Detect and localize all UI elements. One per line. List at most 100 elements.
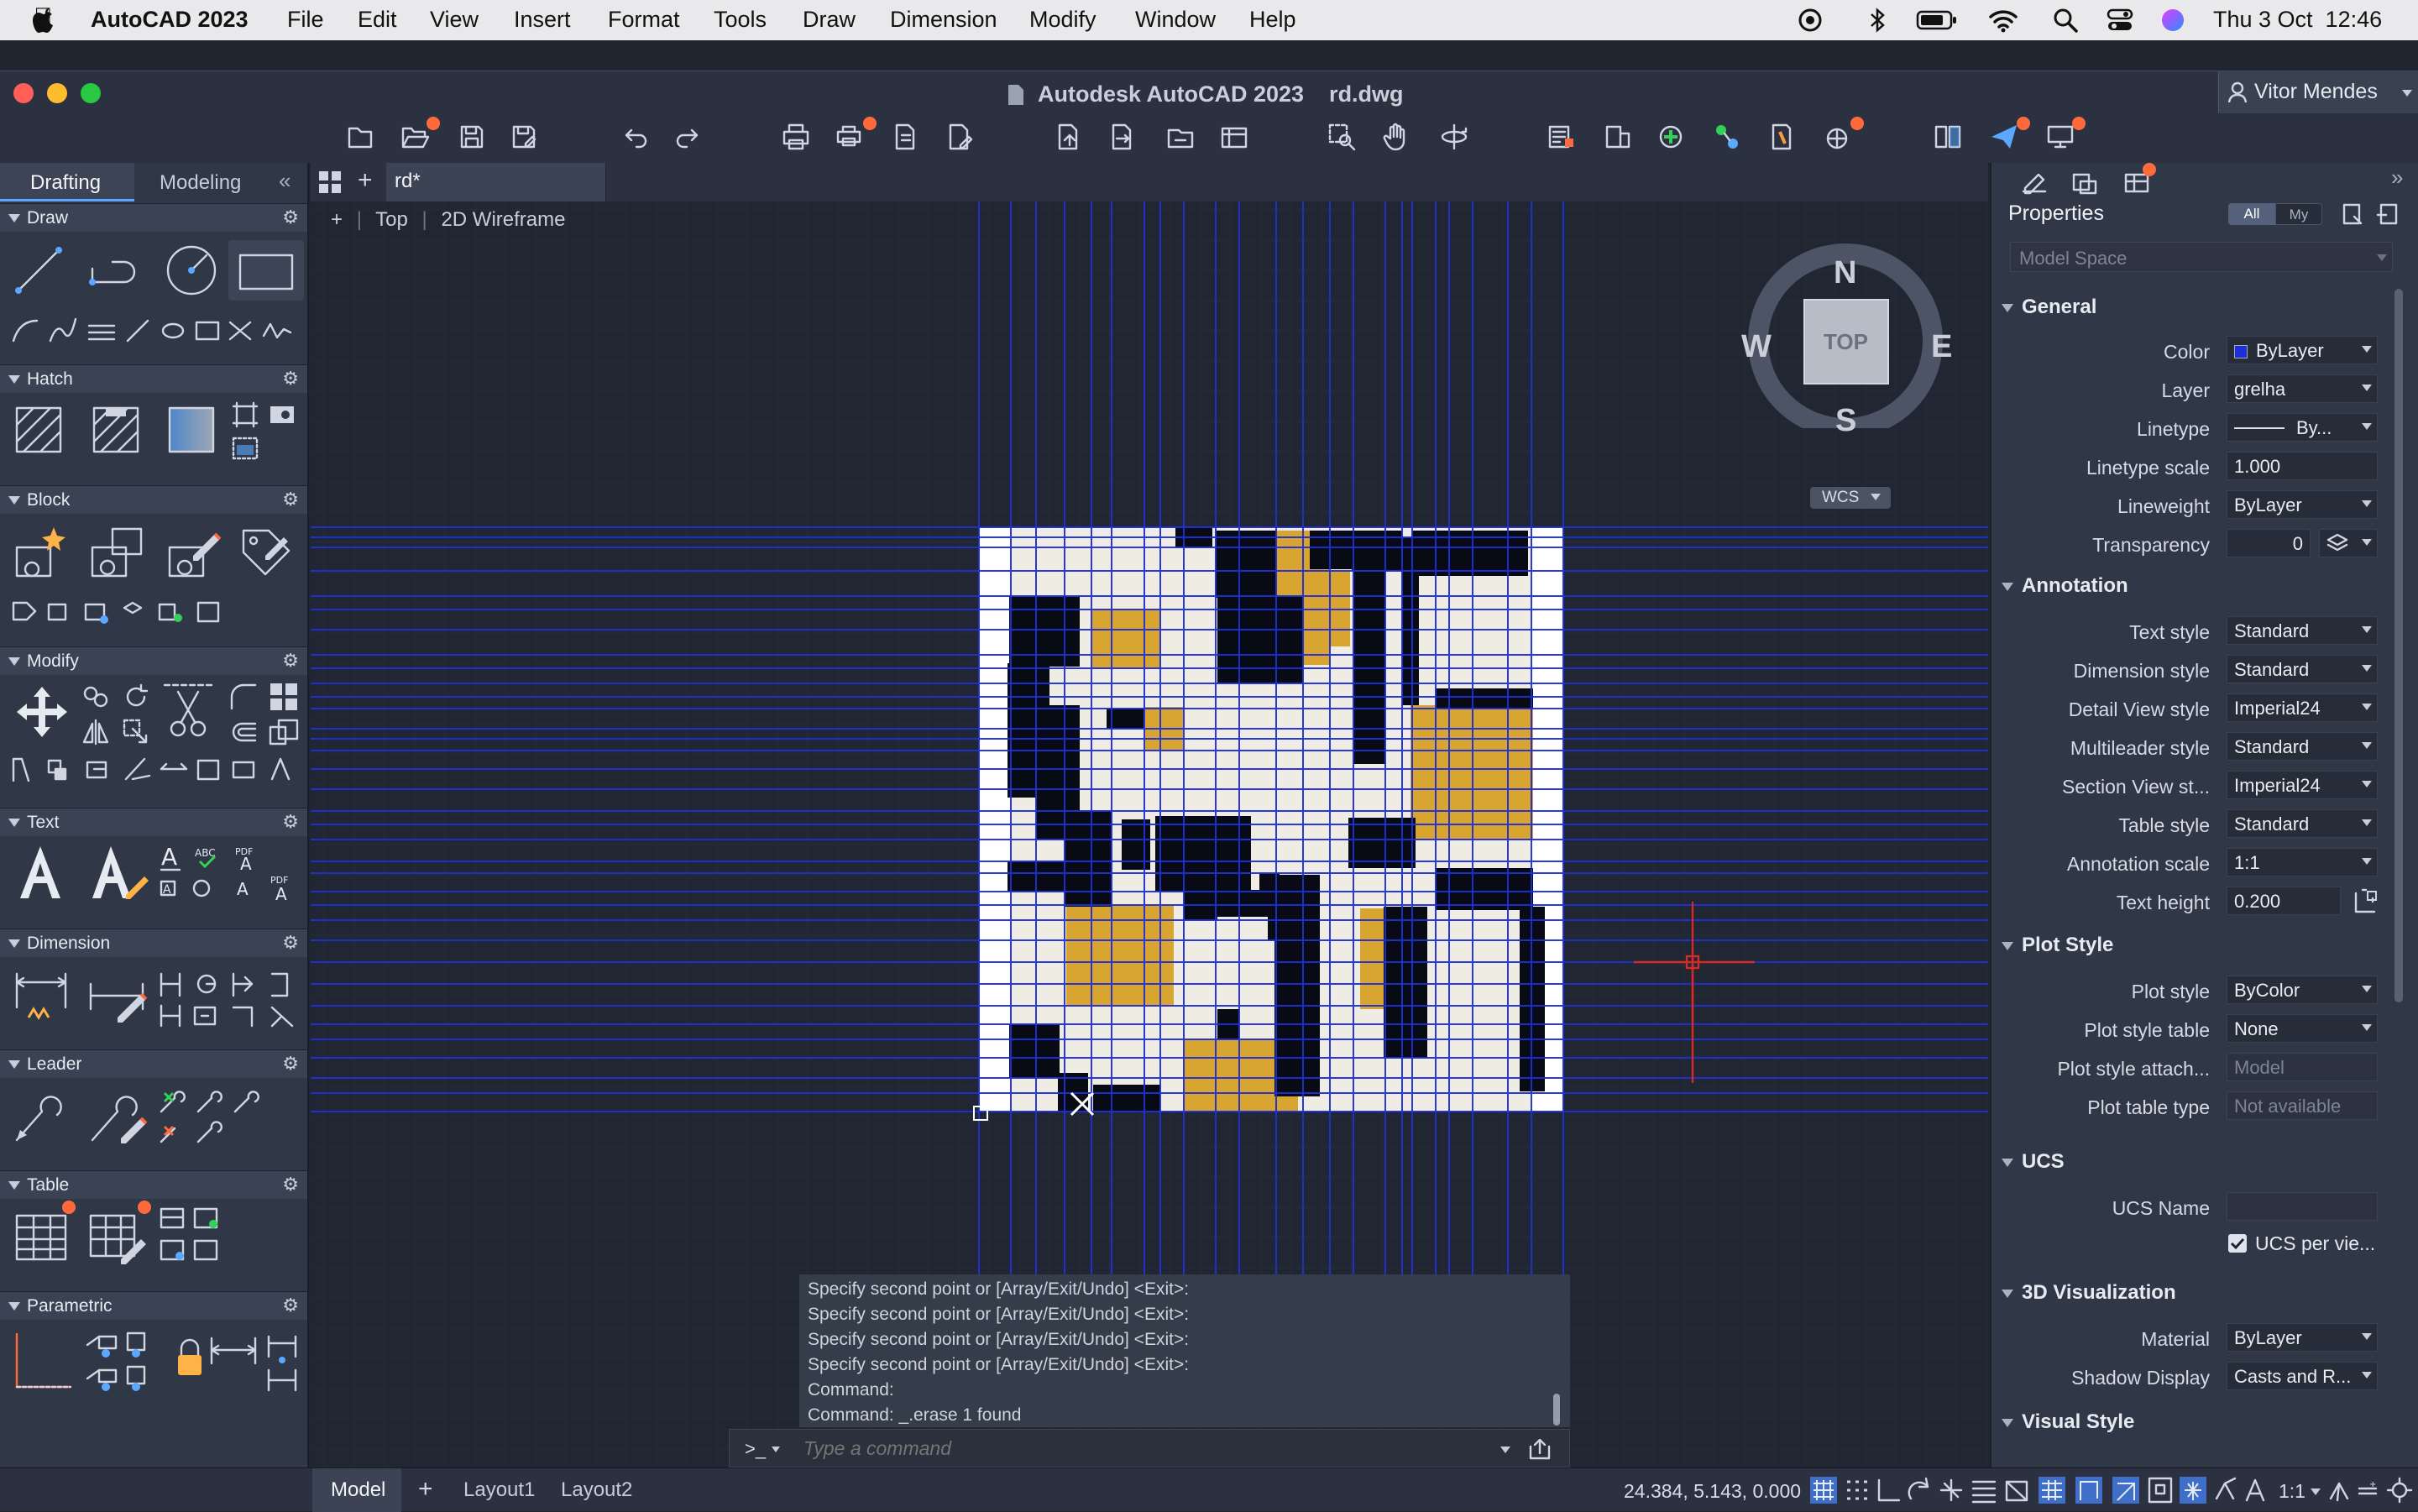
viewport-menu-button[interactable]: + bbox=[331, 208, 343, 231]
section-general[interactable]: General bbox=[2022, 296, 2096, 319]
compass-north[interactable]: N bbox=[1834, 255, 1856, 291]
trim-icon[interactable] bbox=[161, 678, 215, 742]
view-control[interactable]: Top bbox=[375, 208, 408, 231]
multileader-style-select[interactable]: Standard bbox=[2227, 732, 2378, 761]
multileader-icon[interactable] bbox=[12, 1086, 71, 1145]
filter-all-button[interactable]: All bbox=[2228, 203, 2275, 225]
leader-style-icon[interactable] bbox=[87, 1086, 149, 1145]
section-annotation[interactable]: Annotation bbox=[2022, 574, 2128, 598]
scale-icon[interactable] bbox=[267, 717, 301, 747]
lock-icon[interactable] bbox=[175, 1337, 205, 1380]
tab-modeling[interactable]: Modeling bbox=[136, 163, 270, 201]
battery-icon[interactable] bbox=[1916, 10, 1958, 30]
create-block-icon[interactable] bbox=[87, 522, 146, 581]
color-select[interactable]: ByLayer bbox=[2227, 336, 2378, 364]
gear-icon[interactable]: ⚙ bbox=[282, 1174, 299, 1195]
space-select[interactable]: Model Space bbox=[2010, 242, 2393, 272]
edit-block-icon[interactable] bbox=[165, 522, 223, 581]
menu-format[interactable]: Format bbox=[608, 7, 680, 33]
visual-style-control[interactable]: 2D Wireframe bbox=[441, 208, 565, 231]
section-toggle-icon[interactable] bbox=[2002, 583, 2013, 591]
properties-tab-icon[interactable] bbox=[2020, 170, 2049, 195]
text-small-tools-icon[interactable]: A ABC PDFAA A PDFA bbox=[158, 843, 302, 907]
sheet-set-icon[interactable] bbox=[1217, 120, 1251, 154]
constraint-tools-icon[interactable] bbox=[84, 1328, 165, 1395]
panel-dimension-title[interactable]: Dimension ⚙ bbox=[0, 929, 307, 957]
geometric-constraint-icon[interactable] bbox=[12, 1328, 79, 1395]
dimensional-constraint-icon[interactable] bbox=[208, 1330, 302, 1397]
region-icon[interactable] bbox=[230, 400, 260, 430]
dimension-style-select[interactable]: Standard bbox=[2227, 655, 2378, 683]
xref-icon[interactable] bbox=[1164, 120, 1197, 154]
status-tools-icon[interactable]: + bbox=[2326, 1475, 2413, 1505]
copy-tool-icon[interactable] bbox=[81, 682, 111, 712]
transparency-field[interactable]: 0 bbox=[2227, 529, 2311, 557]
document-tab-rd[interactable]: rd* bbox=[386, 163, 606, 201]
table-style-select[interactable]: Standard bbox=[2227, 809, 2378, 838]
ucs-name-field[interactable] bbox=[2227, 1192, 2378, 1221]
minimize-window-button[interactable] bbox=[47, 83, 67, 103]
ucs-per-viewport-checkbox[interactable] bbox=[2228, 1234, 2247, 1253]
section-toggle-icon[interactable] bbox=[2002, 942, 2013, 950]
zoom-window-icon[interactable] bbox=[1325, 120, 1358, 154]
line-tool-icon[interactable] bbox=[12, 243, 65, 297]
layers-tab-icon[interactable] bbox=[2070, 170, 2099, 195]
gradient-icon[interactable] bbox=[89, 403, 143, 457]
menu-app-name[interactable]: AutoCAD 2023 bbox=[91, 7, 249, 33]
chevron-down-icon[interactable] bbox=[2311, 1488, 2321, 1495]
properties-scrollbar[interactable] bbox=[2394, 289, 2403, 1002]
multiline-text-icon[interactable] bbox=[13, 843, 67, 902]
pick-point-icon[interactable] bbox=[2353, 887, 2381, 915]
single-line-text-icon[interactable] bbox=[87, 843, 149, 902]
move-icon[interactable] bbox=[13, 683, 71, 740]
quick-select-icon[interactable] bbox=[2341, 201, 2366, 227]
revision-cloud-icon[interactable] bbox=[230, 433, 260, 463]
menu-tools[interactable]: Tools bbox=[714, 7, 767, 33]
compare-icon[interactable] bbox=[1931, 120, 1965, 154]
plot-style-table-select[interactable]: None bbox=[2227, 1014, 2378, 1043]
wcs-menu[interactable]: WCS bbox=[1810, 487, 1891, 509]
panel-text-title[interactable]: Text ⚙ bbox=[0, 808, 307, 836]
connect-icon[interactable] bbox=[1711, 120, 1745, 154]
menu-view[interactable]: View bbox=[430, 7, 479, 33]
insert-block-icon[interactable] bbox=[1656, 120, 1689, 154]
gear-icon[interactable]: ⚙ bbox=[282, 368, 299, 390]
text-style-select[interactable]: Standard bbox=[2227, 616, 2378, 645]
export-pdf-icon[interactable] bbox=[944, 120, 977, 154]
redo-icon[interactable] bbox=[672, 120, 705, 154]
new-file-icon[interactable] bbox=[343, 120, 376, 154]
circle-tool-icon[interactable] bbox=[163, 242, 220, 299]
layer-properties-icon[interactable] bbox=[1545, 120, 1578, 154]
close-window-button[interactable] bbox=[13, 83, 34, 103]
section-toggle-icon[interactable] bbox=[2002, 1159, 2013, 1167]
section-3d-visualization[interactable]: 3D Visualization bbox=[2022, 1281, 2176, 1305]
leader-small-tools-icon[interactable] bbox=[158, 1086, 302, 1150]
share-icon[interactable] bbox=[1527, 1436, 1552, 1462]
stretch-icon[interactable] bbox=[121, 717, 151, 747]
section-toggle-icon[interactable] bbox=[2002, 304, 2013, 312]
material-select[interactable]: ByLayer bbox=[2227, 1323, 2378, 1352]
panel-table-title[interactable]: Table ⚙ bbox=[0, 1170, 307, 1199]
command-prompt-icon[interactable]: >_ bbox=[745, 1438, 766, 1460]
insert-block-tool-icon[interactable] bbox=[12, 522, 71, 581]
new-tab-icon[interactable]: + bbox=[358, 166, 373, 195]
section-visual-style[interactable]: Visual Style bbox=[2022, 1410, 2134, 1434]
table-style-icon[interactable] bbox=[87, 1207, 149, 1266]
transparency-mode-select[interactable] bbox=[2319, 529, 2378, 557]
attach-icon[interactable] bbox=[1107, 120, 1140, 154]
viewcube[interactable]: N S W E TOP bbox=[1741, 227, 1952, 462]
user-account-button[interactable]: Vitor Mendes bbox=[2218, 71, 2418, 113]
compass-south[interactable]: S bbox=[1835, 403, 1856, 439]
chevron-down-icon[interactable] bbox=[1500, 1447, 1510, 1453]
draw-small-tools-icon[interactable] bbox=[10, 316, 302, 346]
wipeout-icon[interactable] bbox=[267, 400, 297, 430]
zoom-window-button[interactable] bbox=[81, 83, 101, 103]
markup-icon[interactable] bbox=[1765, 120, 1798, 154]
section-view-style-select[interactable]: Imperial24 bbox=[2227, 771, 2378, 799]
collapse-properties-icon[interactable]: » bbox=[2391, 165, 2403, 191]
tab-layout2[interactable]: Layout2 bbox=[561, 1478, 632, 1502]
plot-icon[interactable] bbox=[779, 120, 813, 154]
spotlight-search-icon[interactable] bbox=[2052, 7, 2079, 34]
gear-icon[interactable]: ⚙ bbox=[282, 650, 299, 672]
modify-small-tools-icon[interactable] bbox=[10, 754, 302, 784]
